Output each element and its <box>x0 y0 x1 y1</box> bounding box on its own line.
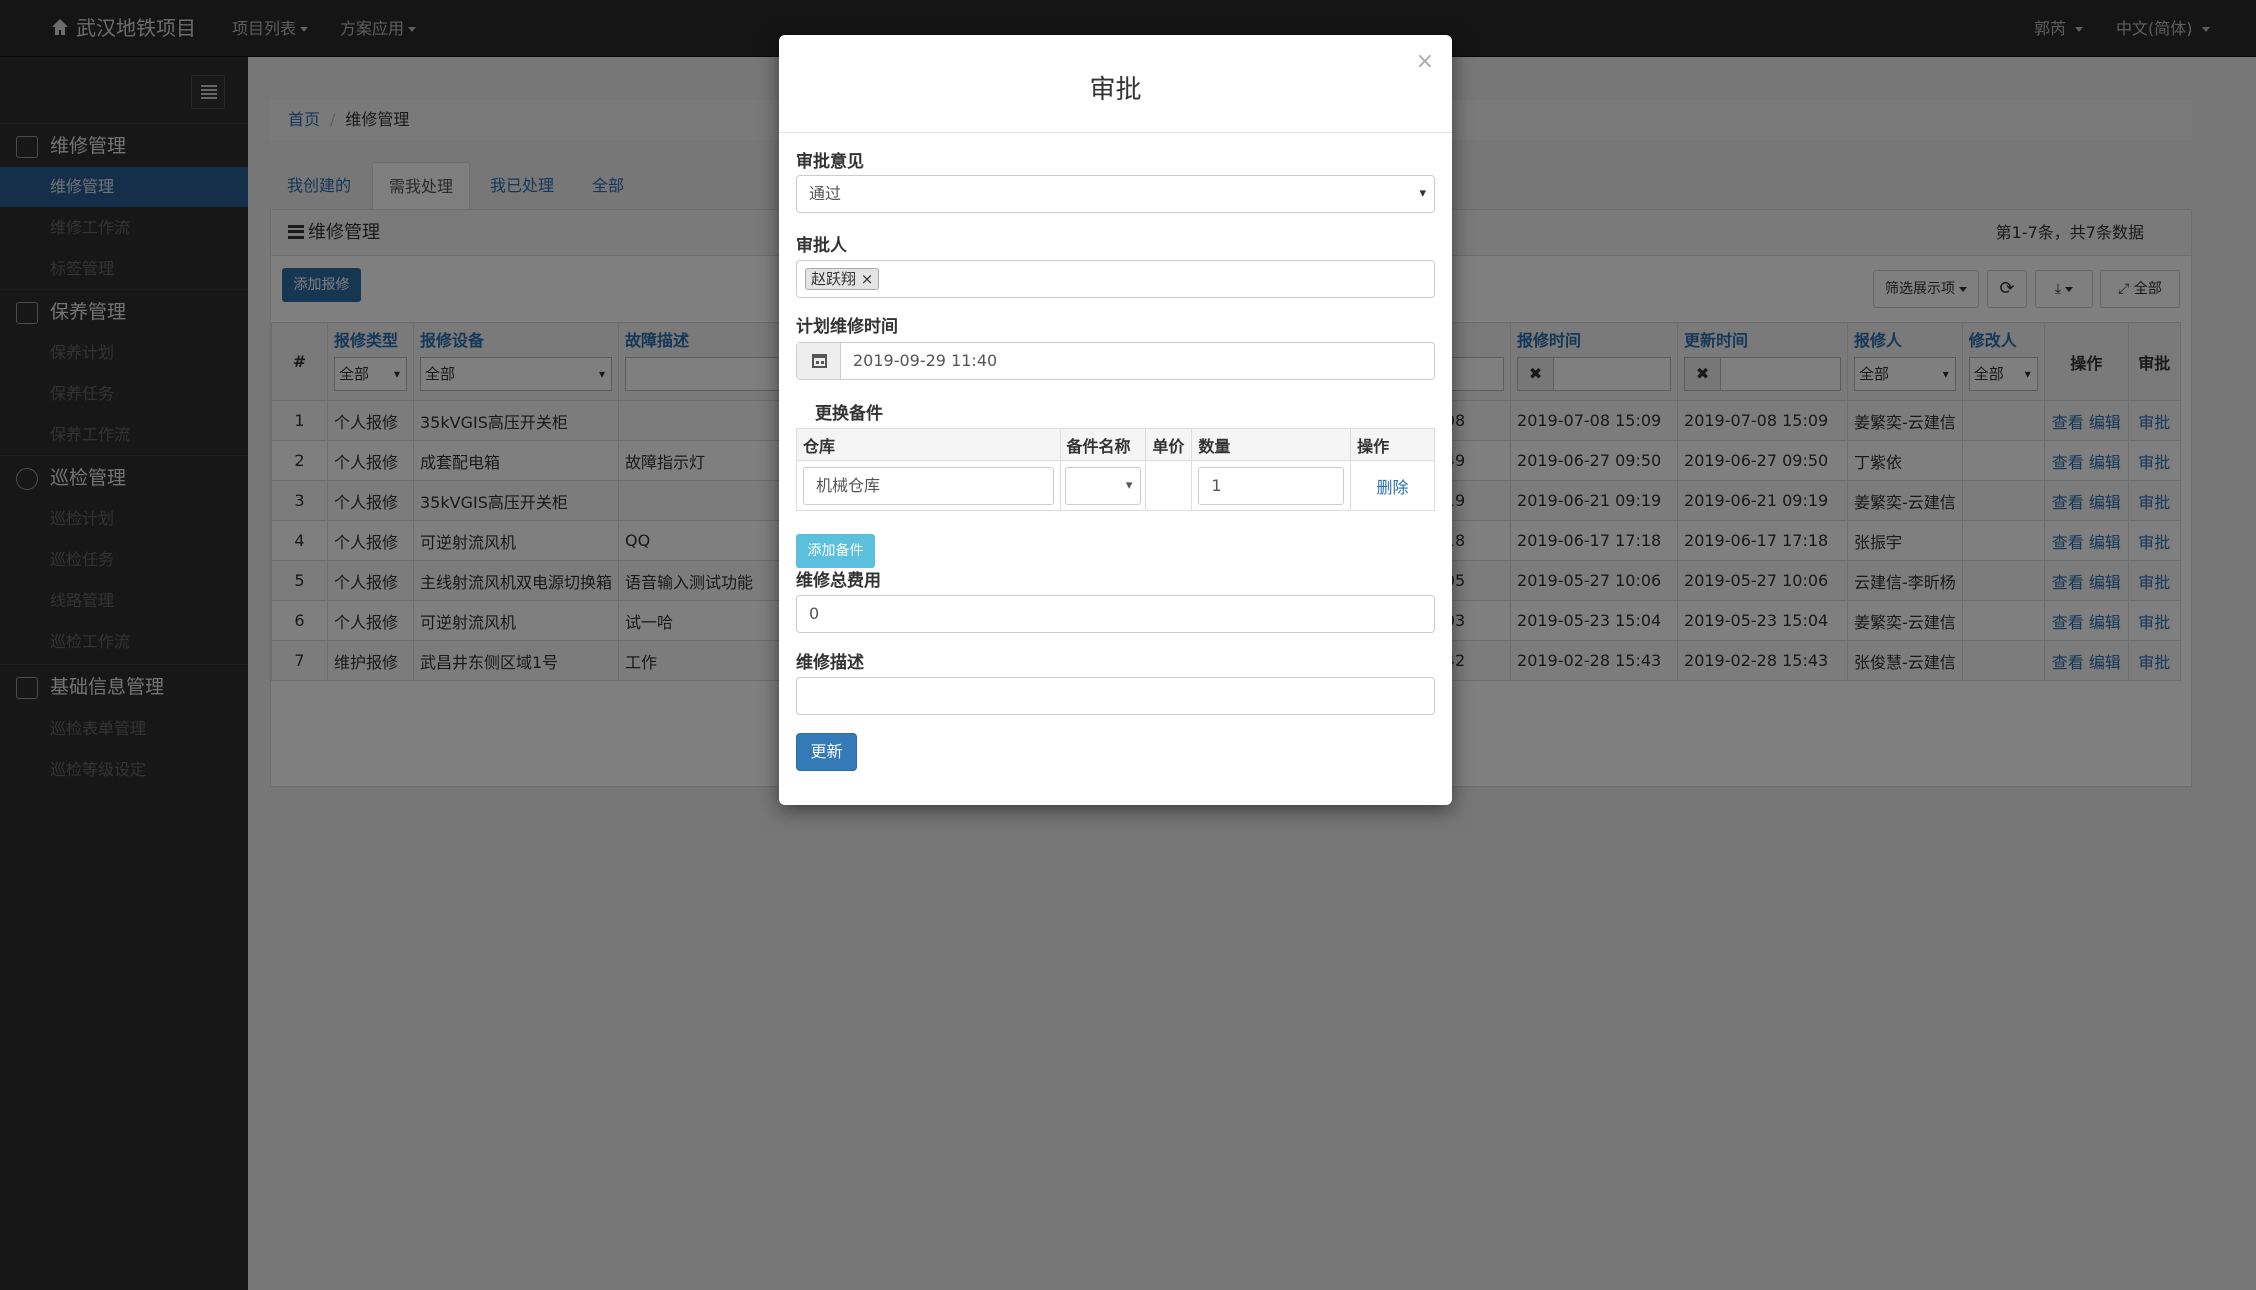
modal-divider <box>779 132 1452 133</box>
plan-time-value: 2019-09-29 11:40 <box>853 351 998 370</box>
opinion-value: 通过 <box>809 184 842 203</box>
calendar-icon[interactable] <box>797 343 841 379</box>
chevron-down-icon: ▾ <box>1419 186 1426 201</box>
parts-table: 仓库 备件名称 单价 数量 操作 机械仓库 1 删除 <box>796 428 1435 511</box>
parts-col-name: 备件名称 <box>1059 428 1147 461</box>
parts-row: 机械仓库 1 删除 <box>796 460 1435 511</box>
replace-parts-label: 更换备件 <box>815 404 883 424</box>
repair-desc-input[interactable] <box>796 677 1435 715</box>
plan-time-label: 计划维修时间 <box>796 317 898 337</box>
approver-tag-label: 赵跃翔 <box>811 270 857 288</box>
total-cost-input[interactable]: 0 <box>796 595 1435 633</box>
approver-label: 审批人 <box>796 236 847 256</box>
update-button[interactable]: 更新 <box>796 733 857 771</box>
approver-tag[interactable]: 赵跃翔 × <box>805 268 880 290</box>
part-name-select[interactable] <box>1064 466 1142 505</box>
close-icon[interactable]: × <box>1416 49 1434 74</box>
warehouse-input[interactable]: 机械仓库 <box>803 466 1054 505</box>
parts-col-qty: 数量 <box>1191 428 1352 461</box>
opinion-label: 审批意见 <box>796 152 864 172</box>
modal-title: 审批 <box>1089 75 1142 105</box>
approval-modal: 审批 × 审批意见 通过 ▾ 审批人 赵跃翔 × 计划维修时间 2019-09-… <box>779 35 1452 805</box>
tag-remove-icon[interactable]: × <box>861 270 874 288</box>
delete-part-link[interactable]: 删除 <box>1350 460 1435 511</box>
approver-multiselect[interactable]: 赵跃翔 × <box>796 260 1435 298</box>
parts-col-price: 单价 <box>1145 428 1193 461</box>
parts-col-warehouse: 仓库 <box>796 428 1061 461</box>
total-cost-label: 维修总费用 <box>796 571 881 591</box>
plan-time-input[interactable]: 2019-09-29 11:40 <box>796 342 1435 380</box>
add-part-button[interactable]: 添加备件 <box>796 534 875 568</box>
opinion-select[interactable]: 通过 ▾ <box>796 175 1435 213</box>
repair-desc-label: 维修描述 <box>796 653 864 673</box>
parts-header-row: 仓库 备件名称 单价 数量 操作 <box>796 428 1435 461</box>
part-price-cell <box>1145 460 1193 511</box>
part-qty-input[interactable]: 1 <box>1198 466 1345 505</box>
parts-col-action: 操作 <box>1350 428 1435 461</box>
